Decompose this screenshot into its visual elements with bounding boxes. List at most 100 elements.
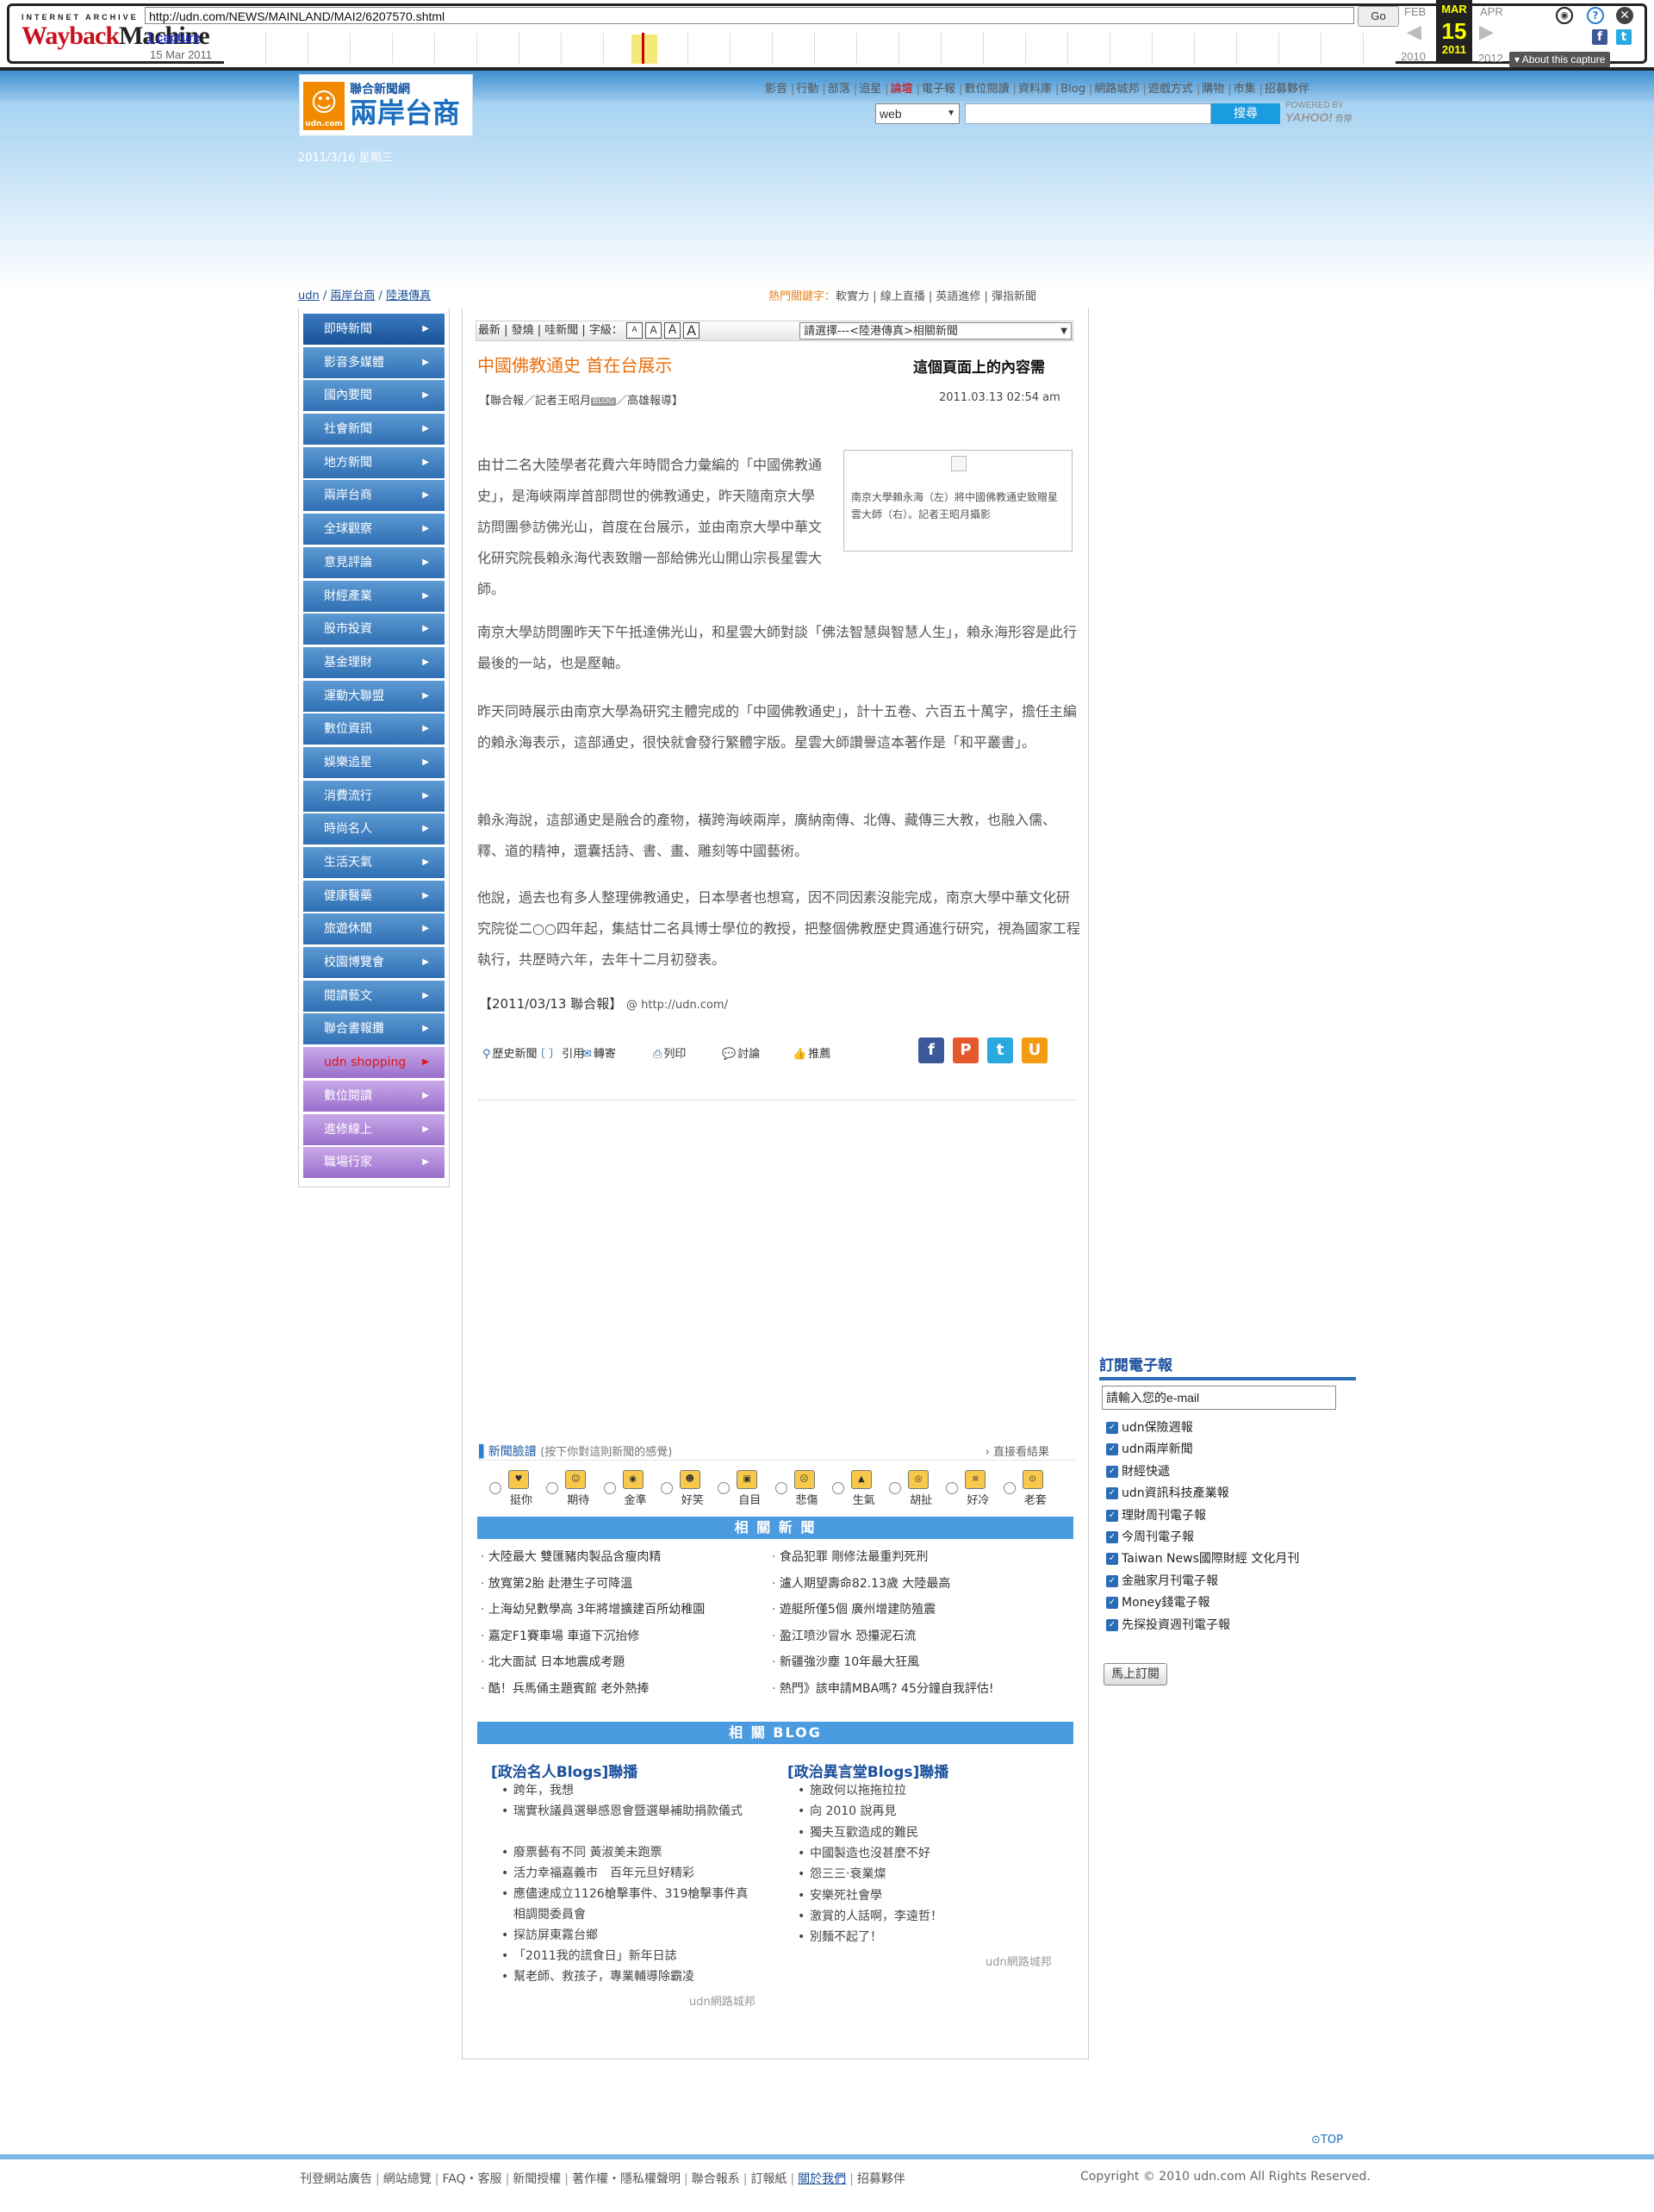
search-input[interactable] (965, 103, 1211, 124)
mood-option[interactable]: ☺ 期待 (546, 1468, 598, 1510)
blog-badge[interactable]: BLOG (591, 396, 616, 406)
twitter-share-icon[interactable]: t (1616, 29, 1632, 45)
footer-link[interactable]: 關於我們 (798, 2172, 846, 2186)
blog-item[interactable]: 施政何以拖拖拉拉 (798, 1780, 906, 1801)
left-nav-item[interactable]: 股市投資 ▶ (303, 614, 445, 645)
related-news-item[interactable]: 北大面試 日本地震成考題 (481, 1653, 625, 1670)
wayback-captures-link[interactable]: 1 capture (146, 30, 200, 44)
blog-item[interactable]: 探訪屏東霧台鄉 (501, 1925, 755, 1946)
top-nav-item[interactable]: 電子報 (922, 83, 955, 96)
hot-keyword[interactable]: 線上直播 (880, 290, 925, 303)
footer-link[interactable]: FAQ・客服 (442, 2172, 501, 2186)
blog-item[interactable]: 中國製造也沒甚麼不好 (798, 1843, 930, 1864)
left-nav-item[interactable]: 職場行家 ▶ (303, 1147, 445, 1179)
blog-item[interactable]: 活力幸福嘉義市 百年元旦好精彩 (501, 1863, 755, 1884)
top-nav-item[interactable]: Blog (1060, 83, 1085, 96)
checkbox-checked-icon[interactable]: ✓ (1106, 1531, 1118, 1543)
blog-item[interactable]: 激賞的人話啊，李遠哲！ (798, 1906, 942, 1927)
mood-option[interactable]: ⊙ 老套 (1003, 1468, 1055, 1510)
mood-radio[interactable] (546, 1482, 559, 1494)
top-nav-item[interactable]: 購物 (1202, 83, 1224, 96)
mood-option[interactable]: ▲ 生氣 (831, 1468, 884, 1510)
wayback-url-input[interactable]: http://udn.com/NEWS/MAINLAND/MAI2/620757… (145, 7, 1354, 24)
checkbox-checked-icon[interactable]: ✓ (1106, 1618, 1118, 1631)
mood-option[interactable]: ◎ 胡扯 (889, 1468, 941, 1510)
breadcrumb-home[interactable]: udn (298, 290, 320, 302)
subscribe-button[interactable]: 馬上訂閱 (1104, 1663, 1167, 1685)
left-nav-item[interactable]: 全球觀察 ▶ (303, 514, 445, 545)
mood-radio[interactable] (889, 1482, 902, 1494)
left-nav-item[interactable]: 影音多媒體 ▶ (303, 346, 445, 378)
blog-item[interactable]: 別麵不起了！ (798, 1927, 882, 1947)
left-nav-item[interactable]: 國內要聞 ▶ (303, 380, 445, 412)
left-nav-item[interactable]: 數位閱讀 ▶ (303, 1080, 445, 1112)
top-nav-item[interactable]: 追星 (859, 83, 881, 96)
udn-icon[interactable]: U (1022, 1037, 1048, 1063)
footer-link[interactable]: 訂報紙 (750, 2172, 787, 2186)
checkbox-checked-icon[interactable]: ✓ (1106, 1597, 1118, 1610)
blog-item[interactable]: 怨三三‧衰業燦 (798, 1864, 886, 1885)
left-nav-item[interactable]: 旅遊休閒 ▶ (303, 913, 445, 945)
blog-item[interactable]: 廢票藝有不同 黃淑美未跑票 (501, 1842, 755, 1863)
checkbox-checked-icon[interactable]: ✓ (1106, 1422, 1118, 1434)
related-news-item[interactable]: 瀘人期望壽命82.13歲 大陸最高 (772, 1574, 951, 1592)
related-news-item[interactable]: 放寬第2胎 赴港生子可降溫 (481, 1574, 632, 1592)
checkbox-checked-icon[interactable]: ✓ (1106, 1465, 1118, 1478)
related-news-select[interactable]: 請選擇---<陸港傳真>相關新聞 ▼ (799, 322, 1072, 340)
facebook-icon[interactable]: f (918, 1037, 944, 1063)
blog-item[interactable]: 跨年，我想 (501, 1780, 755, 1801)
blog-item[interactable]: 應儘速成立1126槍擊事件、319槍擊事件真相調閱委員會 (501, 1884, 755, 1925)
help-icon[interactable]: ? (1587, 7, 1604, 24)
top-nav-item[interactable]: 論壇 (891, 83, 913, 96)
blog-item[interactable]: 安樂死社會學 (798, 1885, 882, 1906)
top-nav-item[interactable]: 影音 (765, 83, 787, 96)
newsletter-option[interactable]: ✓ 先探投資週刊電子報 (1106, 1616, 1230, 1633)
related-news-item[interactable]: 盈江喷沙冒水 恐攥泥石流 (772, 1627, 916, 1644)
font-size-small-button[interactable]: A (626, 322, 644, 339)
newsletter-option[interactable]: ✓ udn資訊科技產業報 (1106, 1484, 1229, 1501)
mood-radio[interactable] (718, 1482, 731, 1494)
footer-link[interactable]: 招募夥伴 (857, 2172, 905, 2186)
mood-radio[interactable] (603, 1482, 616, 1494)
left-nav-item[interactable]: udn shopping ▶ (303, 1047, 445, 1079)
plurk-icon[interactable]: P (953, 1037, 979, 1063)
mood-radio[interactable] (774, 1482, 787, 1494)
email-field[interactable]: 請輸入您的e-mail (1102, 1386, 1336, 1410)
mood-option[interactable]: ≋ 好冷 (946, 1468, 998, 1510)
related-news-item[interactable]: 大陸最大 雙匯豬肉製品含瘦肉精 (481, 1548, 661, 1565)
blog-left-credit[interactable]: udn網路城邦 (689, 1992, 755, 2009)
top-nav-item[interactable]: 行動 (796, 83, 818, 96)
left-nav-item[interactable]: 閱讀藝文 ▶ (303, 980, 445, 1012)
newsletter-option[interactable]: ✓ Money錢電子報 (1106, 1593, 1209, 1611)
wayback-next-month[interactable]: APR (1480, 5, 1503, 18)
mood-option[interactable]: ▣ 自目 (718, 1468, 769, 1510)
wayback-next-arrow-icon[interactable]: ▶ (1479, 21, 1494, 43)
blog-item[interactable]: 獨夫互歡造成的難民 (798, 1823, 918, 1843)
blog-left-title[interactable]: [政治名人Blogs]聯播 (491, 1760, 637, 1781)
mood-radio[interactable] (831, 1482, 844, 1494)
left-nav-item[interactable]: 財經產業 ▶ (303, 580, 445, 612)
left-nav-item[interactable]: 即時新聞 ▶ (303, 314, 445, 345)
breadcrumb-sub[interactable]: 陸港傳真 (386, 290, 431, 302)
wayback-prev-arrow-icon[interactable]: ◀ (1407, 21, 1421, 43)
left-nav-item[interactable]: 校園博覽會 ▶ (303, 947, 445, 979)
search-scope-select[interactable]: web ▼ (875, 103, 960, 124)
left-nav-item[interactable]: 消費流行 ▶ (303, 780, 445, 812)
user-icon[interactable]: ◉ (1556, 7, 1573, 24)
wayback-prev-month[interactable]: FEB (1404, 5, 1426, 18)
mood-radio[interactable] (660, 1482, 673, 1494)
tool-1[interactable]: 〔 〕引用 (534, 1044, 584, 1061)
tool-5[interactable]: 👍 推薦 (793, 1044, 830, 1061)
mood-radio[interactable] (1003, 1482, 1016, 1494)
footer-link[interactable]: 網站總覽 (383, 2172, 432, 2186)
mood-radio[interactable] (946, 1482, 959, 1494)
blog-item[interactable]: 向 2010 說再見 (798, 1801, 896, 1822)
site-logo[interactable]: ☺ udn.com 聯合新聞網 兩岸台商 (299, 74, 473, 136)
toolbar-links[interactable]: 最新 | 發燒 | 哇新聞 | 字級： (478, 324, 623, 337)
footer-link[interactable]: 著作權・隱私權聲明 (572, 2172, 681, 2186)
top-nav-item[interactable]: 遊戲方式 (1148, 83, 1193, 96)
related-news-item[interactable]: 酷！兵馬俑主題賓館 老外熱捧 (481, 1679, 649, 1697)
tool-2[interactable]: ✉ 轉寄 (582, 1044, 616, 1061)
breadcrumb-section[interactable]: 兩岸台商 (330, 290, 375, 302)
newsletter-option[interactable]: ✓ udn保險週報 (1106, 1418, 1193, 1436)
